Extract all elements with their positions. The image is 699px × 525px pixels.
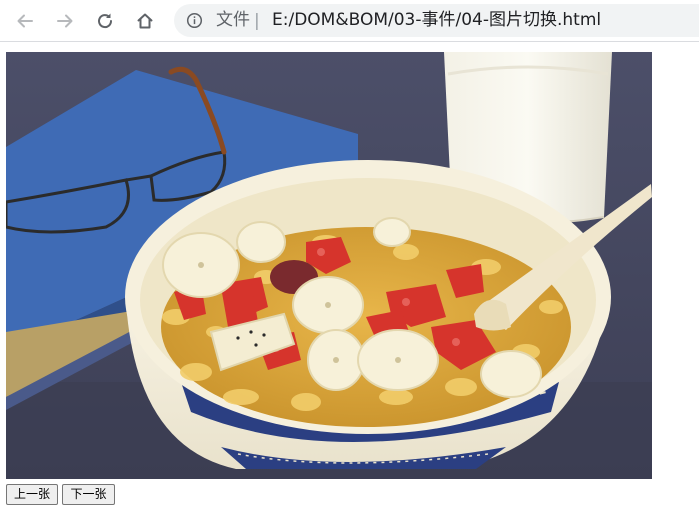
address-bar[interactable]: 文件 | E:/DOM&BOM/03-事件/04-图片切换.html <box>174 4 699 37</box>
reload-button[interactable] <box>90 6 120 36</box>
url-text[interactable]: E:/DOM&BOM/03-事件/04-图片切换.html <box>272 10 601 31</box>
prev-image-button[interactable]: 上一张 <box>6 484 58 505</box>
back-arrow-icon <box>17 14 33 28</box>
browser-toolbar: 文件 | E:/DOM&BOM/03-事件/04-图片切换.html <box>0 0 699 42</box>
forward-arrow-icon <box>57 14 73 28</box>
slideshow-image <box>6 52 652 479</box>
next-image-button[interactable]: 下一张 <box>62 484 115 505</box>
back-button[interactable] <box>10 6 40 36</box>
home-icon <box>137 13 153 29</box>
address-separator: | <box>254 11 260 31</box>
info-icon[interactable] <box>186 12 203 29</box>
scheme-label: 文件 <box>216 10 250 30</box>
reload-icon <box>98 13 113 29</box>
forward-button[interactable] <box>50 6 80 36</box>
home-button[interactable] <box>130 6 160 36</box>
